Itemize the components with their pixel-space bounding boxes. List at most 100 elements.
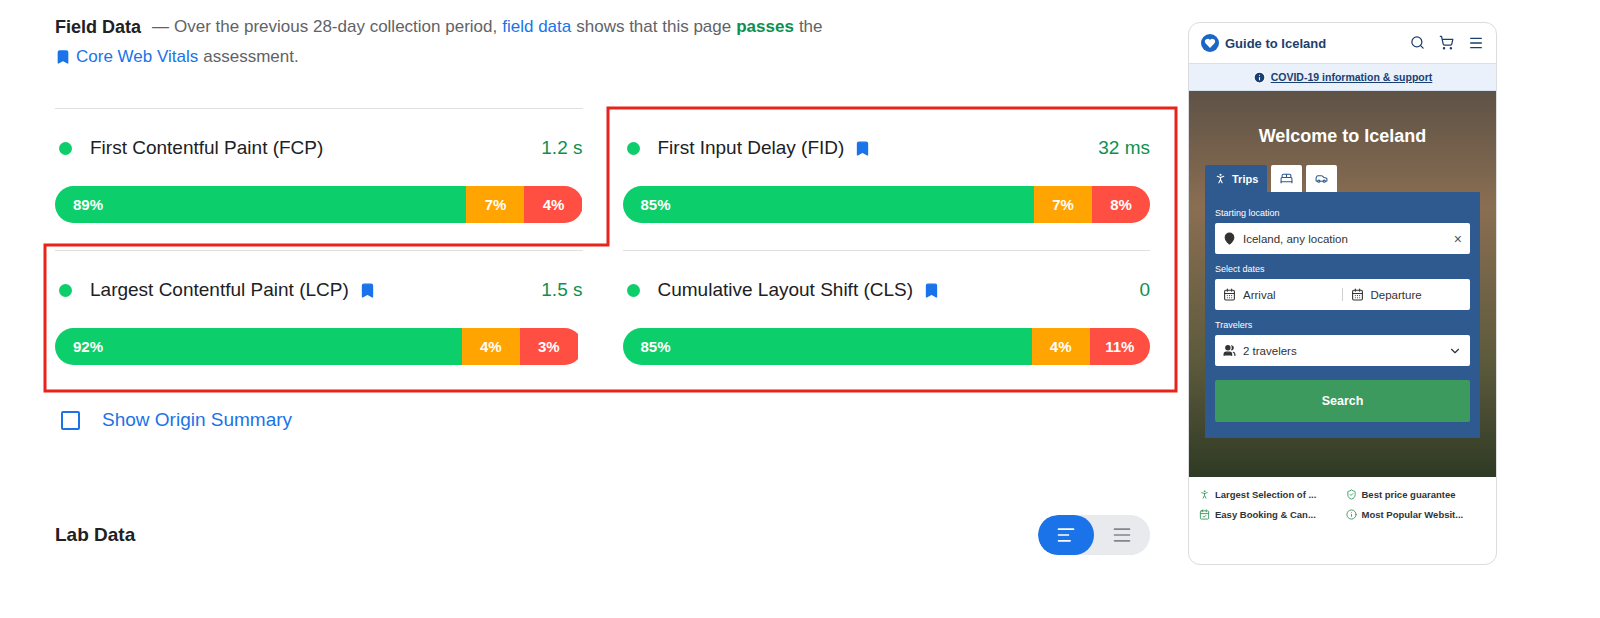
lab-data-header: Lab Data — [55, 515, 1150, 555]
arrival-placeholder: Arrival — [1243, 289, 1335, 301]
metric-value: 0 — [1139, 279, 1150, 301]
bookmark-icon — [55, 49, 71, 65]
hero-title: Welcome to Iceland — [1259, 125, 1427, 147]
hiker-icon — [1199, 489, 1210, 500]
widget-tabs: Trips — [1205, 165, 1480, 192]
menu-icon[interactable] — [1468, 35, 1484, 51]
info-icon — [1253, 71, 1266, 84]
metric-value: 1.5 s — [541, 279, 582, 301]
status-dot — [59, 284, 72, 297]
metric-card: Cumulative Layout Shift (CLS) 0 85%4%11% — [623, 250, 1151, 392]
distribution-segment: 3% — [520, 328, 578, 365]
metric-header: First Input Delay (FID)32 ms — [623, 136, 1151, 160]
metric-header: Cumulative Layout Shift (CLS) 0 — [623, 278, 1151, 302]
metric-header: Largest Contentful Paint (LCP) 1.5 s — [55, 278, 583, 302]
distribution-segment: 89% — [55, 186, 466, 223]
page-screenshot: Guide to Iceland COVID-19 information & s… — [1188, 22, 1497, 565]
shield-icon — [1346, 489, 1357, 500]
departure-date[interactable]: Departure — [1342, 288, 1463, 301]
heading-dash: — — [152, 12, 169, 42]
notice-text[interactable]: COVID-19 information & support — [1271, 71, 1433, 83]
field-data-title: Field Data — [55, 12, 141, 42]
pin-icon — [1223, 232, 1236, 245]
distribution-segment: 4% — [1032, 328, 1090, 365]
metric-name: Largest Contentful Paint (LCP) — [90, 279, 349, 301]
travelers-icon — [1223, 344, 1236, 357]
view-toggle — [1038, 515, 1150, 555]
feature-item: Largest Selection of ... — [1199, 489, 1340, 500]
distribution-segment: 92% — [55, 328, 462, 365]
distribution-bar: 85%7%8% — [623, 186, 1151, 223]
search-widget: Trips Starting location Iceland, any locat… — [1205, 165, 1480, 438]
cart-icon[interactable] — [1439, 35, 1454, 50]
metric-card: Largest Contentful Paint (LCP) 1.5 s 92%4%… — [55, 250, 583, 392]
metric-name: Cumulative Layout Shift (CLS) — [658, 279, 914, 301]
location-value: Iceland, any location — [1243, 233, 1447, 245]
calendar-icon — [1223, 288, 1236, 301]
heading-intro: Over the previous 28-day collection peri… — [174, 12, 497, 42]
view-toggle-button[interactable] — [1038, 515, 1094, 555]
metric-name: First Contentful Paint (FCP) — [90, 137, 323, 159]
info-icon — [1346, 509, 1357, 520]
location-field[interactable]: Iceland, any location × — [1215, 223, 1470, 254]
view-toggle-button[interactable] — [1094, 515, 1150, 555]
search-icon[interactable] — [1410, 35, 1425, 50]
metric-card: First Input Delay (FID)32 ms 85%7%8% — [623, 108, 1151, 250]
distribution-segment: 8% — [1092, 186, 1150, 223]
heading-end: the — [799, 12, 823, 42]
bookmark-icon[interactable] — [854, 140, 871, 157]
distribution-segment: 4% — [462, 328, 520, 365]
search-button[interactable]: Search — [1215, 380, 1470, 422]
heading-line: Core Web Vitalsassessment. — [55, 42, 1150, 72]
status-dot — [59, 142, 72, 155]
origin-summary-checkbox[interactable] — [61, 411, 80, 430]
tab-label: Trips — [1232, 173, 1258, 185]
hiker-icon — [1214, 172, 1227, 185]
feature-text: Most Popular Websit... — [1362, 509, 1464, 520]
distribution-segment: 7% — [466, 186, 524, 223]
widget-tab[interactable] — [1306, 165, 1337, 192]
status-dot — [627, 142, 640, 155]
distribution-bar: 89%7%4% — [55, 186, 583, 223]
metrics-grid: First Contentful Paint (FCP)1.2 s89%7%4%… — [55, 108, 1150, 392]
origin-summary-label[interactable]: Show Origin Summary — [102, 409, 292, 431]
assessment-verdict: passes — [736, 12, 794, 42]
field-data-link[interactable]: field data — [502, 12, 571, 42]
bookmark-icon[interactable] — [923, 282, 940, 299]
bookmark-icon[interactable] — [359, 282, 376, 299]
site-brand: Guide to Iceland — [1225, 36, 1326, 51]
distribution-bar: 92%4%3% — [55, 328, 583, 365]
distribution-bar: 85%4%11% — [623, 328, 1151, 365]
bed-icon — [1280, 172, 1293, 185]
field-label: Travelers — [1215, 320, 1470, 331]
field-label: Starting location — [1215, 208, 1470, 219]
travelers-select[interactable]: 2 travelers — [1215, 335, 1470, 366]
calendar-icon — [1351, 288, 1364, 301]
search-form: Starting location Iceland, any location × S… — [1205, 192, 1480, 438]
feature-item: Best price guarantee — [1346, 489, 1487, 500]
origin-summary-toggle[interactable]: Show Origin Summary — [55, 408, 1150, 432]
clear-button[interactable]: × — [1454, 231, 1462, 247]
dates-field[interactable]: Arrival Departure — [1215, 279, 1470, 310]
metric-card: First Contentful Paint (FCP) 1.2 s 89%7%4% — [55, 108, 583, 250]
core-web-vitals-link[interactable]: Core Web Vitals — [76, 42, 198, 72]
guide-logo-icon — [1201, 34, 1219, 52]
metric-value: 1.2 s — [541, 137, 582, 159]
lab-data-title: Lab Data — [55, 524, 135, 546]
heading-line: Field Data —Over the previous 28-day coll… — [55, 12, 1150, 42]
hero-image: Welcome to Iceland Trips Starting location… — [1189, 91, 1496, 477]
metric-name: First Input Delay (FID) — [658, 137, 845, 159]
heading-middle: shows that this page — [576, 12, 731, 42]
pagespeed-report: Field Data —Over the previous 28-day coll… — [0, 0, 1600, 618]
feature-item: Most Popular Websit... — [1346, 509, 1487, 520]
distribution-segment: 4% — [524, 186, 582, 223]
field-data-heading: Field Data —Over the previous 28-day coll… — [55, 12, 1150, 72]
widget-tab[interactable]: Trips — [1205, 165, 1267, 192]
compact-view-icon — [1056, 525, 1076, 545]
feature-list: Largest Selection of ... Best price guara… — [1189, 477, 1496, 532]
covid-notice[interactable]: COVID-19 information & support — [1189, 63, 1496, 91]
arrival-date[interactable]: Arrival — [1223, 288, 1335, 301]
feature-item: Easy Booking & Can... — [1199, 509, 1340, 520]
car-icon — [1315, 172, 1328, 185]
widget-tab[interactable] — [1271, 165, 1302, 192]
